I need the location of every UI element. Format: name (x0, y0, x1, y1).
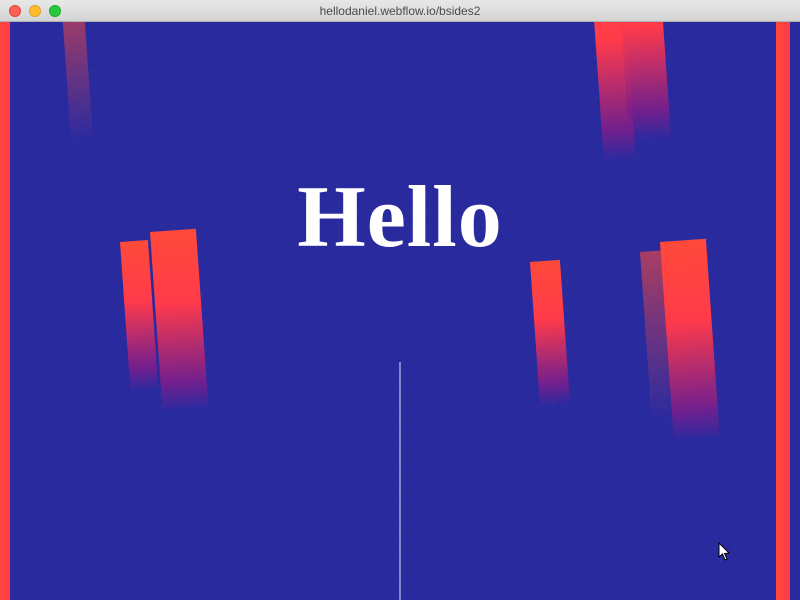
traffic-lights (0, 5, 61, 17)
decorative-bar (776, 22, 790, 600)
zoom-icon[interactable] (49, 5, 61, 17)
window-titlebar: hellodaniel.webflow.io/bsides2 (0, 0, 800, 22)
page-viewport: Hello (0, 22, 800, 600)
decorative-bar (530, 260, 570, 407)
decorative-bar (60, 22, 93, 142)
hero-heading: Hello (297, 167, 502, 268)
minimize-icon[interactable] (29, 5, 41, 17)
cursor-icon (718, 542, 732, 562)
close-icon[interactable] (9, 5, 21, 17)
decorative-bar (0, 22, 10, 600)
decorative-bar (150, 229, 208, 412)
window-title: hellodaniel.webflow.io/bsides2 (320, 4, 481, 18)
vertical-divider (400, 362, 401, 600)
